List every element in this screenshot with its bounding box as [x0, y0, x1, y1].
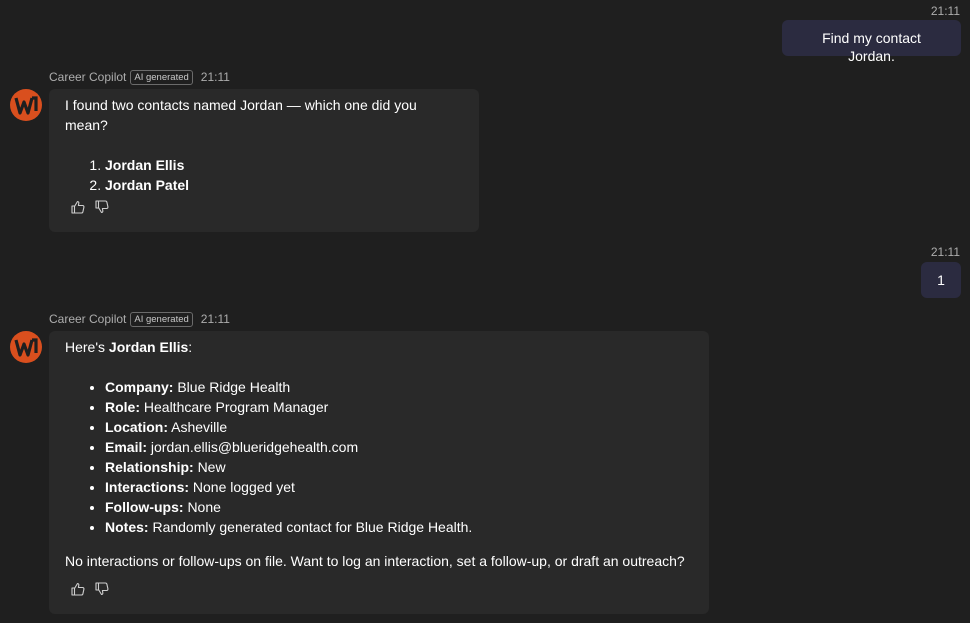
list-item: Role: Healthcare Program Manager — [105, 397, 693, 417]
message-intro: Here's Jordan Ellis: — [65, 337, 693, 357]
message-reactions — [70, 199, 110, 215]
message-closing: No interactions or follow-ups on file. W… — [65, 553, 685, 569]
message-time: 21:11 — [200, 70, 230, 84]
sender-name: Career Copilot — [49, 70, 127, 84]
intro-suffix: : — [188, 339, 193, 355]
career-copilot-logo-icon — [10, 331, 42, 363]
detail-value: jordan.ellis@blueridgehealth.com — [150, 439, 359, 455]
list-item: Jordan Ellis — [105, 155, 463, 175]
detail-value: Blue Ridge Health — [177, 379, 291, 395]
detail-label: Company: — [105, 379, 174, 395]
intro-prefix: Here's — [65, 339, 109, 355]
list-item: Company: Blue Ridge Health — [105, 377, 693, 397]
bot-message-header: Career Copilot AI generated 21:11 — [49, 69, 230, 85]
ai-generated-badge: AI generated — [130, 311, 193, 327]
list-item: Email: jordan.ellis@blueridgehealth.com — [105, 437, 693, 457]
contact-option-name[interactable]: Jordan Ellis — [105, 157, 184, 173]
detail-label: Relationship: — [105, 459, 194, 475]
detail-label: Notes: — [105, 519, 149, 535]
detail-value: Healthcare Program Manager — [143, 399, 329, 415]
detail-label: Follow-ups: — [105, 499, 184, 515]
thumbs-down-icon[interactable] — [94, 581, 110, 597]
bot-message-bubble: Here's Jordan Ellis: Company: Blue Ridge… — [49, 331, 709, 614]
list-item: Relationship: New — [105, 457, 693, 477]
user-message-time: 21:11 — [930, 245, 960, 259]
message-text: I found two contacts named Jordan — whic… — [65, 97, 417, 133]
detail-label: Interactions: — [105, 479, 190, 495]
detail-label: Email: — [105, 439, 148, 455]
detail-value: Asheville — [171, 419, 228, 435]
list-item: Jordan Patel — [105, 175, 463, 195]
list-item: Notes: Randomly generated contact for Bl… — [105, 517, 693, 537]
ai-generated-badge: AI generated — [130, 69, 193, 85]
bot-message-bubble: I found two contacts named Jordan — whic… — [49, 89, 479, 232]
message-reactions — [70, 581, 110, 597]
career-copilot-logo-icon — [10, 89, 42, 121]
user-message-bubble: Find my contact Jordan. — [782, 20, 961, 64]
detail-value: None — [187, 499, 221, 515]
detail-label: Role: — [105, 399, 140, 415]
thumbs-down-icon[interactable] — [94, 199, 110, 215]
bot-message-header: Career Copilot AI generated 21:11 — [49, 311, 230, 327]
list-item: Follow-ups: None — [105, 497, 693, 517]
contact-details-list: Company: Blue Ridge Health Role: Healthc… — [65, 377, 693, 537]
user-message-time: 21:11 — [930, 4, 960, 18]
career-copilot-avatar[interactable] — [10, 89, 42, 121]
detail-value: Randomly generated contact for Blue Ridg… — [152, 519, 473, 535]
career-copilot-avatar[interactable] — [10, 331, 42, 363]
contact-name: Jordan Ellis — [108, 339, 189, 355]
detail-value: New — [197, 459, 226, 475]
detail-value: None logged yet — [192, 479, 295, 495]
thumbs-up-icon[interactable] — [70, 199, 86, 215]
list-item: Location: Asheville — [105, 417, 693, 437]
sender-name: Career Copilot — [49, 312, 127, 326]
list-item: Interactions: None logged yet — [105, 477, 693, 497]
contact-option-name[interactable]: Jordan Patel — [105, 177, 189, 193]
user-message-bubble: 1 — [921, 262, 961, 298]
thumbs-up-icon[interactable] — [70, 581, 86, 597]
message-time: 21:11 — [200, 312, 230, 326]
contact-options-list: Jordan Ellis Jordan Patel — [65, 155, 463, 195]
detail-label: Location: — [105, 419, 168, 435]
